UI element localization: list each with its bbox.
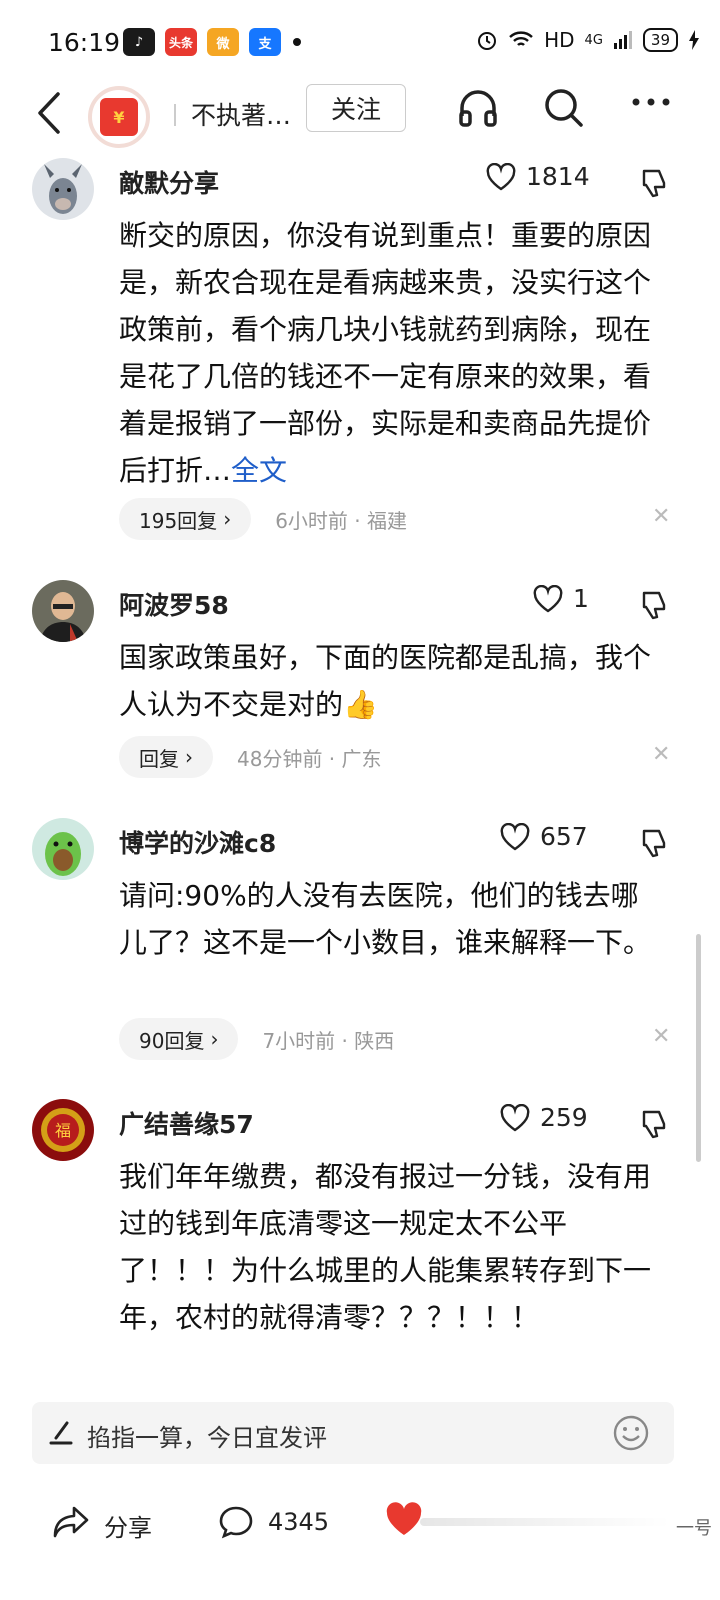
red-envelope-icon: ¥ [100,98,138,136]
dislike-icon[interactable] [640,1109,668,1139]
commenter-avatar[interactable] [32,818,94,880]
comment-text: 断交的原因，你没有说到重点！重要的原因是，新农合现在是看病越来贵，没实行这个政策… [119,212,659,494]
replies-button[interactable]: 195回复 › [119,498,252,540]
search-icon[interactable] [542,86,586,130]
emoji-icon[interactable] [612,1414,650,1452]
comment-text: 国家政策虽好，下面的医院都是乱搞，我个人认为不交是对的👍 [119,641,652,721]
replies-button[interactable]: 回复 › [119,736,213,778]
alipay-icon: 支 [249,28,281,56]
commenter-name[interactable]: 阿波罗58 [119,586,229,622]
comment-input[interactable]: 掐指一算，今日宜发评 [32,1402,674,1464]
like-animation-strip [420,1518,670,1526]
battery-indicator: 39 [642,28,678,52]
commenter-name[interactable]: 广结善缘57 [119,1105,254,1141]
header-divider [174,104,176,126]
chevron-right-icon: › [210,1027,219,1051]
comment-bubble-icon[interactable] [218,1504,254,1540]
like-count: 1 [573,584,589,613]
network-label: HD [544,28,575,52]
wifi-icon [509,31,533,46]
close-icon[interactable]: ✕ [652,1024,670,1049]
signal-label: 4G [584,32,603,48]
author-avatar[interactable]: ¥ [88,86,150,148]
heart-outline-icon [486,162,516,190]
tiktok-icon: ♪ [123,28,155,56]
status-time: 16:19 [48,28,121,57]
comment-time-location: 48分钟前 · 广东 [237,746,382,771]
scrollbar[interactable] [696,934,701,1162]
side-label: 一号 [676,1518,712,1539]
replies-count: 195回复 [139,508,218,533]
commenter-avatar[interactable] [32,580,94,642]
comment-meta: 195回复 › 6小时前 · 福建 [119,498,407,540]
comment-meta: 回复 › 48分钟前 · 广东 [119,736,382,778]
notification-app-icons: ♪ 头条 微 支 [123,28,301,56]
comment-item: 福 广结善缘57 259 我们年年缴费，都没有报过一分钱，没有用过的钱到年底清零… [0,1099,720,1389]
signal-bars-icon [613,31,632,49]
like-button[interactable]: 1 [533,584,589,613]
weibo-icon: 微 [207,28,239,56]
heart-outline-icon [533,584,563,612]
comment-item: 阿波罗58 1 国家政策虽好，下面的医院都是乱搞，我个人认为不交是对的👍 回复 ›… [0,580,720,780]
commenter-name[interactable]: 敵默分享 [119,164,219,200]
comment-count[interactable]: 4345 [268,1508,329,1536]
bottom-action-bar: 分享 4345 一号 [0,1490,720,1560]
comment-body: 断交的原因，你没有说到重点！重要的原因是，新农合现在是看病越来贵，没实行这个政策… [119,219,652,487]
pen-icon [49,1421,73,1445]
comment-meta: 90回复 › 7小时前 · 陕西 [119,1018,394,1060]
close-icon[interactable]: ✕ [652,742,670,767]
alarm-icon [478,32,497,50]
replies-count: 90回复 [139,1028,205,1053]
chevron-right-icon: › [185,745,193,769]
article-header: ¥ 不执著… 关注 [0,80,720,150]
commenter-name[interactable]: 博学的沙滩c8 [119,824,276,860]
heart-outline-icon [500,822,530,850]
author-name[interactable]: 不执著… [191,96,291,132]
charging-icon [689,30,699,50]
comment-item: 敵默分享 1814 断交的原因，你没有说到重点！重要的原因是，新农合现在是看病越… [0,158,720,548]
status-bar: 16:19 ♪ 头条 微 支 HD 4G 39 [0,0,720,80]
dislike-icon[interactable] [640,168,668,198]
like-count: 1814 [526,162,590,191]
heart-filled-icon[interactable] [385,1502,423,1538]
like-button[interactable]: 657 [500,822,588,851]
chevron-right-icon: › [223,507,232,531]
follow-button[interactable]: 关注 [306,84,406,132]
system-icons: HD 4G 39 [476,28,700,52]
replies-count: 回复 [139,746,179,771]
share-icon[interactable] [52,1504,90,1540]
like-button[interactable]: 1814 [486,162,590,191]
like-count: 657 [540,822,588,851]
more-notifications-dot [293,38,301,46]
dislike-icon[interactable] [640,828,668,858]
like-count: 259 [540,1103,588,1132]
comment-input-placeholder: 掐指一算，今日宜发评 [87,1424,327,1452]
expand-full-link[interactable]: 全文 [231,454,287,487]
comment-item: 博学的沙滩c8 657 请问:90%的人没有去医院，他们的钱去哪儿了？这不是一个… [0,818,720,1068]
comment-text: 请问:90%的人没有去医院，他们的钱去哪儿了？这不是一个小数目，谁来解释一下。 [119,879,652,959]
commenter-avatar[interactable] [32,158,94,220]
back-arrow-icon[interactable] [30,88,70,138]
more-icon[interactable] [630,94,672,110]
close-icon[interactable]: ✕ [652,504,670,529]
headphone-icon[interactable] [456,86,500,130]
svg-text:福: 福 [55,1121,71,1140]
toutiao-icon: 头条 [165,28,197,56]
replies-button[interactable]: 90回复 › [119,1018,239,1060]
like-button[interactable]: 259 [500,1103,588,1132]
commenter-avatar[interactable]: 福 [32,1099,94,1161]
heart-outline-icon [500,1103,530,1131]
comment-text: 我们年年缴费，都没有报过一分钱，没有用过的钱到年底清零这一规定太不公平了！！！为… [119,1160,652,1334]
share-label[interactable]: 分享 [104,1508,152,1543]
dislike-icon[interactable] [640,590,668,620]
comment-time-location: 6小时前 · 福建 [275,508,407,533]
comment-time-location: 7小时前 · 陕西 [262,1028,395,1053]
